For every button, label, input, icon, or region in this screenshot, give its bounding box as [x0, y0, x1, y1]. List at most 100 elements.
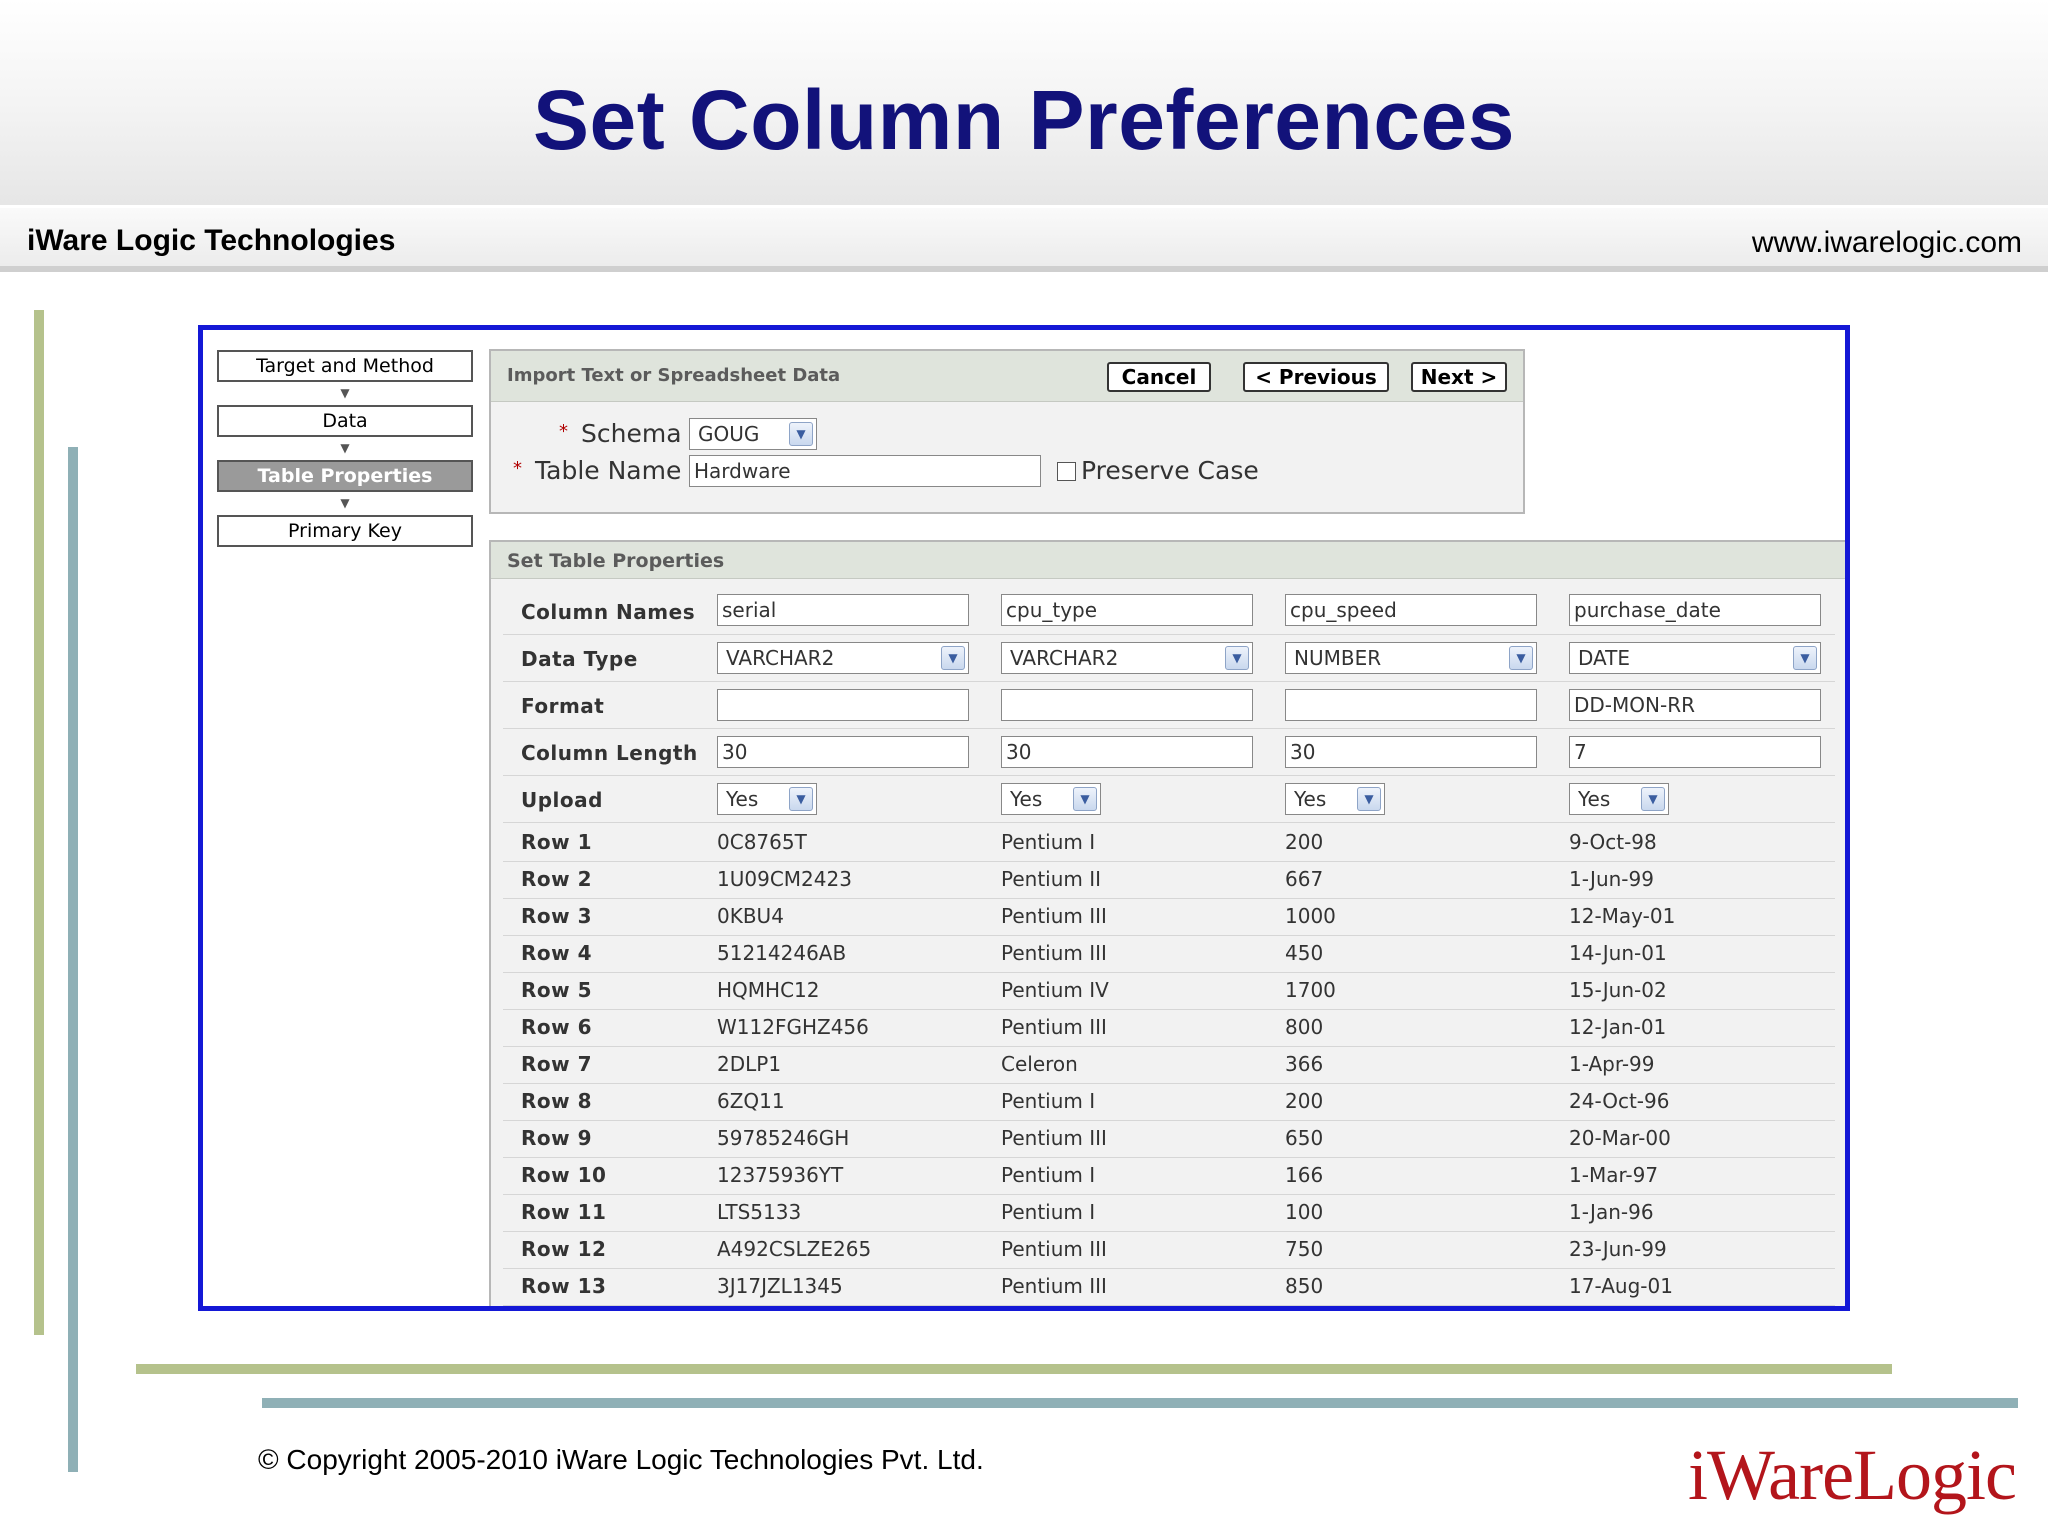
cell-cpu-type: Pentium III [1001, 941, 1107, 965]
upload-select[interactable]: Yes ▼ [1001, 783, 1101, 815]
step-table-properties[interactable]: Table Properties [217, 460, 473, 492]
column-length-row: Column Length 30 30 30 7 [503, 731, 1835, 776]
data-type-select[interactable]: VARCHAR2 ▼ [717, 642, 969, 674]
row-label: Row 11 [521, 1200, 607, 1224]
import-panel-header: Import Text or Spreadsheet Data Cancel <… [491, 351, 1523, 402]
row-label: Row 12 [521, 1237, 607, 1261]
format-input[interactable] [1285, 689, 1537, 721]
cell-cpu-speed: 850 [1285, 1274, 1324, 1298]
screenshot-frame: Target and Method ▼ Data ▼ Table Propert… [198, 325, 1850, 1311]
data-type-select[interactable]: DATE ▼ [1569, 642, 1821, 674]
required-marker: * [559, 421, 568, 442]
column-name-input[interactable]: cpu_speed [1285, 594, 1537, 626]
data-type-select[interactable]: NUMBER ▼ [1285, 642, 1537, 674]
chevron-down-icon: ▼ [1357, 787, 1381, 811]
decorative-stripe [68, 447, 78, 1472]
cell-cpu-type: Pentium I [1001, 1089, 1096, 1113]
row-label: Row 8 [521, 1089, 592, 1113]
cell-cpu-speed: 1000 [1285, 904, 1336, 928]
data-type-value: VARCHAR2 [1010, 646, 1119, 670]
data-type-select[interactable]: VARCHAR2 ▼ [1001, 642, 1253, 674]
row-label: Row 7 [521, 1052, 592, 1076]
format-input[interactable]: DD-MON-RR [1569, 689, 1821, 721]
format-label: Format [521, 694, 605, 718]
table-name-input[interactable]: Hardware [689, 455, 1041, 487]
wizard-steps: Target and Method ▼ Data ▼ Table Propert… [217, 350, 473, 547]
column-length-input[interactable]: 30 [1001, 736, 1253, 768]
decorative-stripe [136, 1364, 1892, 1374]
cell-serial: 0KBU4 [717, 904, 784, 928]
column-length-input[interactable]: 30 [717, 736, 969, 768]
import-panel-title: Import Text or Spreadsheet Data [507, 365, 841, 386]
schema-label: Schema [581, 419, 682, 448]
chevron-down-icon: ▼ [1073, 787, 1097, 811]
copyright-text: © Copyright 2005-2010 iWare Logic Techno… [258, 1444, 984, 1475]
cell-cpu-type: Pentium III [1001, 1015, 1107, 1039]
column-name-input[interactable]: serial [717, 594, 969, 626]
upload-value: Yes [726, 787, 759, 811]
column-names-row: Column Names serial cpu_type cpu_speed p… [503, 590, 1835, 635]
column-length-input[interactable]: 30 [1285, 736, 1537, 768]
cell-serial: 0C8765T [717, 830, 807, 854]
upload-select[interactable]: Yes ▼ [717, 783, 817, 815]
slide-title: Set Column Preferences [532, 73, 1515, 167]
data-type-label: Data Type [521, 647, 638, 671]
cell-cpu-type: Pentium III [1001, 1274, 1107, 1298]
slide-header: Set Column Preferences [0, 0, 2048, 205]
cell-cpu-speed: 166 [1285, 1163, 1324, 1187]
cell-purchase-date: 24-Oct-96 [1569, 1089, 1670, 1113]
upload-value: Yes [1010, 787, 1043, 811]
row-label: Row 4 [521, 941, 592, 965]
column-name-input[interactable]: purchase_date [1569, 594, 1821, 626]
chevron-down-icon: ▼ [340, 496, 350, 510]
table-row: Row 10 12375936YT Pentium I 166 1-Mar-97 [503, 1157, 1835, 1195]
cell-cpu-type: Pentium IV [1001, 978, 1109, 1002]
table-properties-header: Set Table Properties [491, 542, 1845, 579]
upload-select[interactable]: Yes ▼ [1569, 783, 1669, 815]
row-label: Row 9 [521, 1126, 592, 1150]
table-row: Row 1 0C8765T Pentium I 200 9-Oct-98 [503, 824, 1835, 862]
company-name: iWare Logic Technologies [27, 224, 396, 257]
column-length-input[interactable]: 7 [1569, 736, 1821, 768]
data-type-value: NUMBER [1294, 646, 1382, 670]
data-type-value: VARCHAR2 [726, 646, 835, 670]
table-row: Row 11 LTS5133 Pentium I 100 1-Jan-96 [503, 1194, 1835, 1232]
preserve-case-label: Preserve Case [1081, 456, 1259, 485]
preserve-case-checkbox[interactable] [1057, 462, 1076, 481]
format-input[interactable] [1001, 689, 1253, 721]
cell-cpu-speed: 450 [1285, 941, 1324, 965]
table-row: Row 13 3J17JZL1345 Pentium III 850 17-Au… [503, 1268, 1835, 1306]
previous-button[interactable]: < Previous [1243, 362, 1389, 392]
step-target-and-method[interactable]: Target and Method [217, 350, 473, 382]
schema-select[interactable]: GOUG ▼ [689, 418, 817, 450]
cell-cpu-type: Pentium I [1001, 830, 1096, 854]
cell-serial: W112FGHZ456 [717, 1015, 869, 1039]
cell-cpu-type: Pentium II [1001, 867, 1102, 891]
table-row: Row 5 HQMHC12 Pentium IV 1700 15-Jun-02 [503, 972, 1835, 1010]
chevron-down-icon: ▼ [789, 422, 813, 446]
row-label: Row 6 [521, 1015, 592, 1039]
cell-serial: A492CSLZE265 [717, 1237, 872, 1261]
format-input[interactable] [717, 689, 969, 721]
step-primary-key[interactable]: Primary Key [217, 515, 473, 547]
company-url: www.iwarelogic.com [1751, 226, 2022, 259]
chevron-down-icon: ▼ [789, 787, 813, 811]
row-label: Row 2 [521, 867, 592, 891]
cell-purchase-date: 15-Jun-02 [1569, 978, 1667, 1002]
chevron-down-icon: ▼ [1793, 646, 1817, 670]
upload-select[interactable]: Yes ▼ [1285, 783, 1385, 815]
next-button[interactable]: Next > [1411, 362, 1507, 392]
cell-purchase-date: 12-Jan-01 [1569, 1015, 1667, 1039]
table-row: Row 8 6ZQ11 Pentium I 200 24-Oct-96 [503, 1083, 1835, 1121]
cell-serial: 12375936YT [717, 1163, 844, 1187]
table-properties-title: Set Table Properties [507, 550, 725, 572]
cell-purchase-date: 1-Jun-99 [1569, 867, 1654, 891]
cell-serial: 59785246GH [717, 1126, 850, 1150]
upload-label: Upload [521, 788, 603, 812]
cell-serial: 3J17JZL1345 [717, 1274, 843, 1298]
column-name-input[interactable]: cpu_type [1001, 594, 1253, 626]
step-data[interactable]: Data [217, 405, 473, 437]
cancel-button[interactable]: Cancel [1107, 362, 1211, 392]
company-logo: iWareLogic [1687, 1435, 2017, 1515]
import-panel: Import Text or Spreadsheet Data Cancel <… [489, 349, 1525, 514]
